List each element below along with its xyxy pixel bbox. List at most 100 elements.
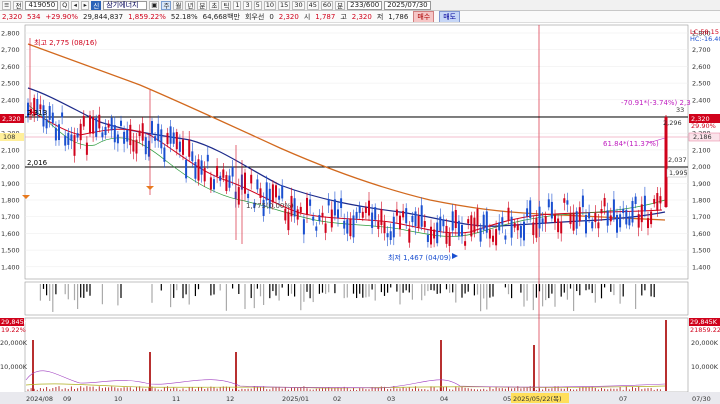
candle-body <box>405 208 408 224</box>
candle-body <box>402 210 405 218</box>
candle-body <box>603 197 606 207</box>
candle-body <box>426 235 429 243</box>
candle-body <box>116 134 119 144</box>
date-label: 07/30 <box>692 395 711 403</box>
candle-body <box>557 218 560 233</box>
candle-body <box>349 218 352 237</box>
right-1995: 1,995 <box>669 169 688 177</box>
candle-body <box>89 115 91 134</box>
candle-body <box>476 208 479 227</box>
volume-panel <box>24 317 689 393</box>
candle-body <box>488 229 491 239</box>
vol-left-top: 29,845K <box>1 318 29 326</box>
candle-body <box>433 229 436 239</box>
left-108: 108 <box>3 133 15 141</box>
candle-body <box>110 117 113 131</box>
candle-body <box>519 225 522 238</box>
candle-body <box>302 219 305 235</box>
date-label: 05 <box>503 395 511 403</box>
date-label: 11 <box>172 395 180 403</box>
candle-body <box>191 151 194 162</box>
price-tick-left: 1,800 <box>1 197 20 205</box>
candle-body <box>147 140 150 157</box>
candle-body <box>154 136 157 141</box>
price-tick: 1,600 <box>692 230 711 238</box>
candle-body <box>417 215 420 228</box>
candle-body <box>634 196 637 205</box>
candle-body <box>399 215 401 230</box>
ref-label-2313: 2,313 <box>27 109 47 117</box>
candle-body <box>299 206 302 213</box>
candle-body <box>188 139 191 157</box>
candle-body <box>172 132 175 144</box>
candle-body <box>141 123 144 141</box>
candle-body <box>383 222 386 234</box>
candle-body <box>327 199 330 206</box>
candle-body <box>61 112 64 118</box>
candle-body <box>513 223 516 228</box>
price-tick: 2,500 <box>692 80 711 88</box>
candle-body <box>523 221 525 241</box>
date-label: 04 <box>440 395 448 403</box>
ref-label-2016: 2,016 <box>27 159 48 167</box>
candle-body <box>281 185 284 199</box>
date-label: 12 <box>226 395 234 403</box>
candle-body <box>609 215 612 222</box>
candle-body <box>355 211 358 219</box>
candle-body <box>101 132 104 138</box>
candle-body <box>572 213 575 231</box>
candle-body <box>324 223 327 233</box>
candle-body <box>95 117 98 137</box>
price-tick-left: 1,700 <box>1 213 20 221</box>
candle-body <box>420 205 423 227</box>
candle-body <box>256 179 259 190</box>
candle-body <box>612 199 615 218</box>
candle-body <box>554 214 556 223</box>
price-tick-left: 2,100 <box>1 146 20 154</box>
candle-body <box>448 232 451 246</box>
candle-body <box>647 218 649 229</box>
candle-body <box>92 116 95 134</box>
candle-body <box>352 215 355 238</box>
candle-body <box>126 129 129 142</box>
candle-body <box>265 182 268 201</box>
candle-body <box>560 221 563 234</box>
candle-body <box>67 132 70 145</box>
candle-body <box>606 210 609 226</box>
candle-body <box>526 208 529 217</box>
candle-body <box>58 124 60 141</box>
candle-body <box>120 120 122 126</box>
candle-body <box>343 220 346 229</box>
candle-body <box>569 213 572 225</box>
candle-body <box>457 220 460 237</box>
candle-body <box>395 209 398 216</box>
price-panel <box>24 24 689 280</box>
candle-body <box>209 177 212 190</box>
date-label: 10 <box>114 395 122 403</box>
candle-body <box>653 198 656 204</box>
candle-body <box>79 123 82 141</box>
price-tick-left: 1,900 <box>1 180 20 188</box>
candle-body <box>430 226 432 245</box>
vol-tick-20000: 20,000K <box>691 339 719 347</box>
candle-body <box>591 221 594 229</box>
candle-body <box>157 123 160 142</box>
candle-body <box>123 131 126 144</box>
price-tick: 1,800 <box>692 197 711 205</box>
candle-body <box>321 212 324 218</box>
candle-body <box>585 215 587 234</box>
price-tick-left: 2,000 <box>1 163 20 171</box>
candle-body <box>640 204 643 223</box>
candle-body <box>107 123 110 128</box>
price-chart[interactable]: 2,8002,7002,6002,5002,4002,3002,2002,100… <box>0 0 720 404</box>
candle-body <box>364 207 367 213</box>
date-label: 2025/01 <box>282 395 309 403</box>
candle-body <box>588 212 591 219</box>
candle-body <box>650 211 653 225</box>
candle-body <box>631 200 634 223</box>
candle-body <box>563 198 566 203</box>
price-tick-left: 2,800 <box>1 30 20 38</box>
candle-body <box>144 137 147 155</box>
candle-body <box>386 233 389 238</box>
price-tick-left: 2,500 <box>1 80 20 88</box>
